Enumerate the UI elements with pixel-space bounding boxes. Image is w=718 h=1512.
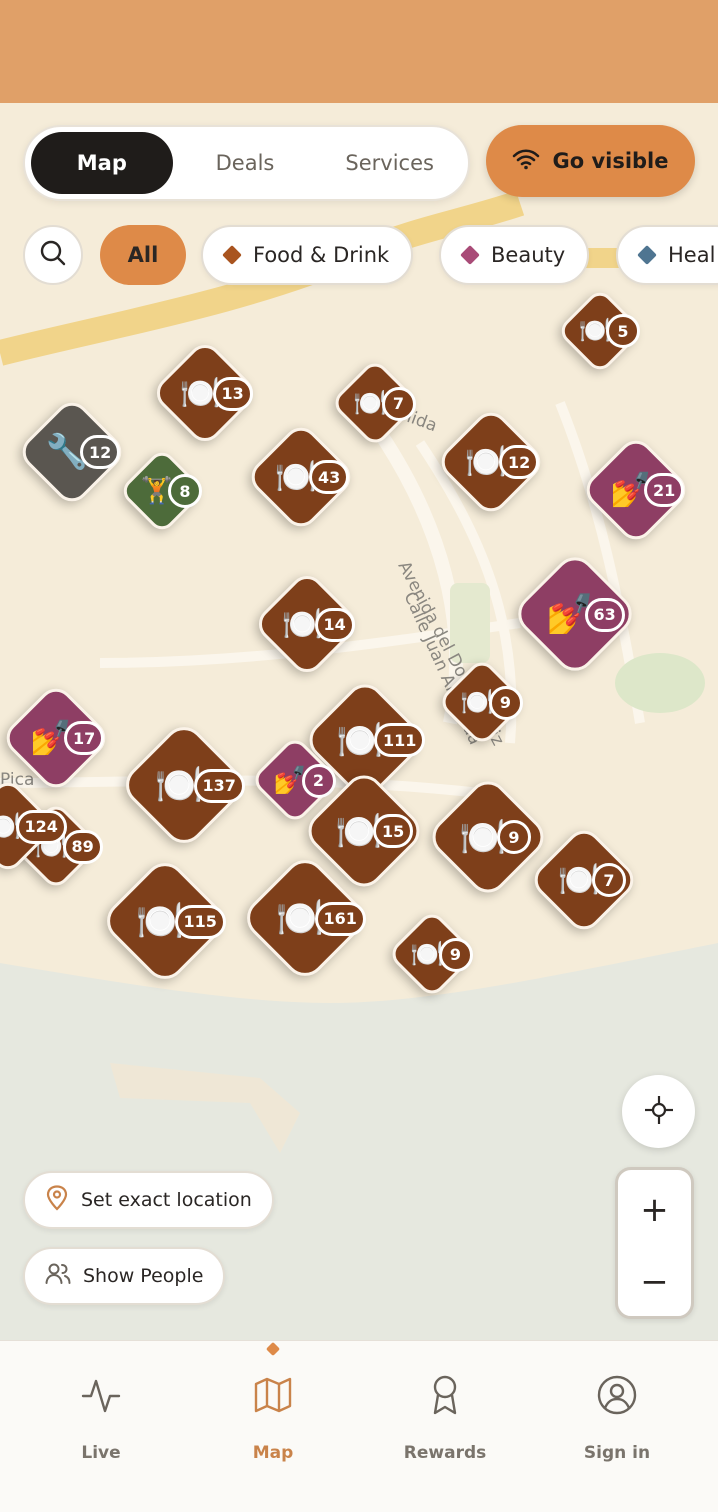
award-icon [425,1373,465,1417]
food-cluster-marker[interactable]: 🍽️ 161 [238,851,372,985]
food-cluster-marker[interactable]: 🍽️ 124 [0,776,67,876]
food-dot-icon [222,245,242,265]
marker-count-badge: 63 [584,597,625,632]
nav-rewards-label: Rewards [403,1443,487,1463]
status-header [0,0,718,103]
go-visible-button[interactable]: Go visible [486,125,695,197]
fitness-cluster-marker[interactable]: 🏋️ 8 [118,447,206,535]
nav-live-label: Live [81,1443,121,1463]
map-icon [253,1373,293,1417]
marker-count-badge: 7 [592,863,626,897]
show-people-button[interactable]: Show People [23,1247,226,1305]
nav-rewards[interactable]: Rewards [359,1341,531,1512]
marker-count-badge: 89 [62,829,103,864]
filter-beauty-label: Beauty [491,243,566,267]
nav-map[interactable]: Map [187,1341,359,1512]
crosshair-icon [642,1093,676,1131]
marker-count-badge: 9 [497,820,531,854]
marker-count-badge: 12 [499,445,540,479]
marker-count-badge: 17 [64,721,105,755]
nav-sign-in-label: Sign in [583,1443,651,1463]
filter-all[interactable]: All [100,225,186,285]
health-dot-icon [637,245,657,265]
food-cluster-marker[interactable]: 🍽️ 12 [434,405,548,519]
people-icon [45,1262,71,1291]
marker-count-badge: 115 [174,904,226,939]
marker-count-badge: 8 [168,474,202,508]
filter-food-drink-label: Food & Drink [253,243,390,267]
marker-count-badge: 9 [488,685,523,720]
bottom-nav: Live Map Rewards Sign in [0,1340,718,1512]
marker-count-badge: 21 [644,473,685,507]
marker-count-badge: 137 [193,768,245,803]
marker-count-badge: 12 [80,435,121,469]
beauty-dot-icon [460,245,480,265]
food-cluster-marker[interactable]: 🍽️ 14 [251,568,363,680]
food-cluster-marker[interactable]: 🍽️ 115 [98,854,232,988]
marker-count-badge: 13 [212,376,253,411]
services-cluster-marker[interactable]: 🔧 12 [15,395,129,509]
food-cluster-marker[interactable]: 🍽️ 9 [436,656,528,748]
marker-count-badge: 15 [373,814,414,848]
marker-count-badge: 111 [374,723,426,757]
locate-button[interactable] [622,1075,695,1148]
filter-health-label: Heal [668,243,716,267]
tab-services[interactable]: Services [317,132,462,194]
marker-count-badge: 161 [314,901,366,936]
nav-map-label: Map [252,1443,294,1463]
marker-count-badge: 14 [314,607,355,642]
tab-map[interactable]: Map [31,132,173,194]
filter-health[interactable]: Heal [616,225,718,285]
marker-count-badge: 43 [309,460,350,494]
search-icon [39,239,67,271]
go-visible-label: Go visible [552,149,669,173]
nav-sign-in[interactable]: Sign in [531,1341,703,1512]
nav-live[interactable]: Live [15,1341,187,1512]
marker-count-badge: 9 [438,937,473,972]
food-cluster-marker[interactable]: 🍽️ 7 [527,823,641,937]
filter-beauty[interactable]: Beauty [439,225,590,285]
filter-food-drink[interactable]: Food & Drink [201,225,414,285]
beauty-cluster-marker[interactable]: 💅 21 [579,433,693,547]
marker-count-badge: 7 [381,386,416,421]
set-exact-location-label: Set exact location [81,1189,252,1211]
zoom-controls: + − [615,1167,694,1319]
beauty-cluster-marker[interactable]: 💅 63 [509,548,641,680]
set-exact-location-button[interactable]: Set exact location [23,1171,274,1229]
marker-count-badge: 5 [606,314,640,348]
search-button[interactable] [23,225,83,285]
zoom-in-button[interactable]: + [618,1174,691,1246]
tab-deals[interactable]: Deals [173,132,318,194]
food-cluster-marker[interactable]: 🍽️ 43 [244,420,358,534]
food-cluster-marker[interactable]: 🍽️ 137 [117,718,251,852]
user-circle-icon [596,1373,638,1417]
map-pin-icon [45,1184,69,1216]
view-switch: Map Deals Services [23,125,470,201]
food-cluster-marker[interactable]: 🍽️ 5 [556,287,644,375]
marker-count-badge: 124 [15,809,67,844]
activity-icon [81,1373,121,1417]
show-people-label: Show People [83,1265,204,1287]
food-cluster-marker[interactable]: 🍽️ 9 [386,908,478,1000]
wifi-icon [512,148,540,174]
zoom-out-button[interactable]: − [618,1246,691,1318]
